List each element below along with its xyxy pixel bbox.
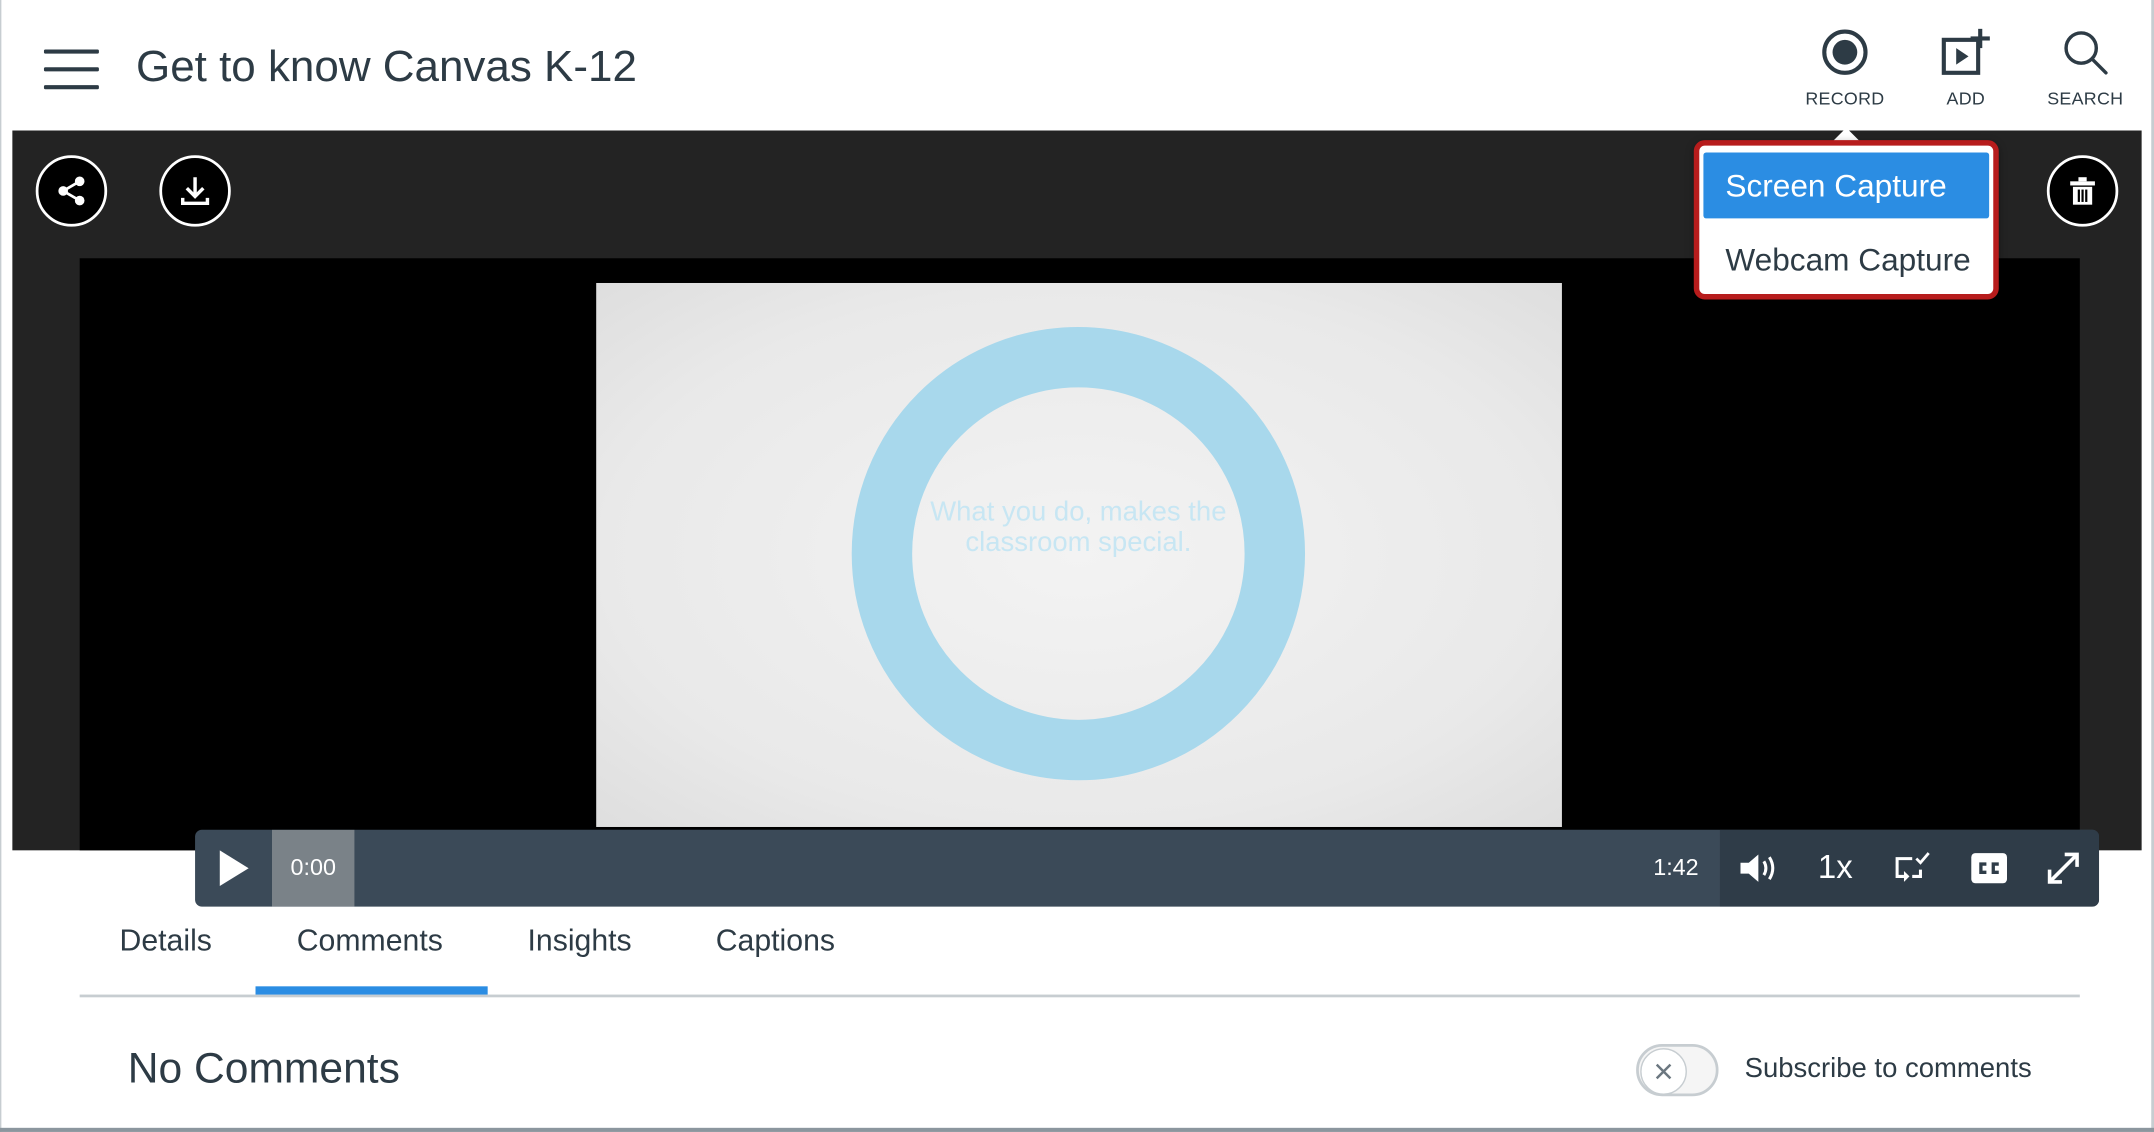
current-time: 0:00 <box>271 829 355 907</box>
add-button[interactable]: ADD <box>1911 27 2021 123</box>
page-title: Get to know Canvas K-12 <box>135 41 637 91</box>
add-label: ADD <box>1946 87 1986 109</box>
hamburger-menu-icon[interactable] <box>43 49 99 90</box>
play-icon <box>219 850 249 887</box>
video-frame-text: What you do, makes the classroom special… <box>930 497 1227 558</box>
volume-icon <box>1740 854 1775 882</box>
tab-details[interactable]: Details <box>120 923 212 959</box>
fullscreen-button[interactable] <box>2028 830 2099 907</box>
download-icon <box>180 177 210 206</box>
tab-comments[interactable]: Comments <box>297 923 443 959</box>
record-label: RECORD <box>1805 87 1885 109</box>
delete-button[interactable] <box>2046 155 2119 227</box>
picture-in-picture-button[interactable] <box>1874 830 1951 907</box>
playback-speed-button[interactable]: 1x <box>1797 830 1874 907</box>
canvas-studio-media-page: Get to know Canvas K-12 RECORD ADD SEARC… <box>0 0 2154 1132</box>
seek-bar[interactable] <box>354 830 1719 907</box>
menu-item-screen-capture[interactable]: Screen Capture <box>1703 152 1990 219</box>
subscribe-toggle[interactable] <box>1636 1044 1719 1097</box>
video-control-bar: 0:00 1:42 1x <box>195 829 2100 907</box>
tab-insights[interactable]: Insights <box>528 923 632 959</box>
fullscreen-icon <box>2047 852 2079 884</box>
picture-in-picture-icon <box>1895 852 1930 882</box>
no-comments-heading: No Comments <box>127 1044 400 1093</box>
share-icon <box>58 176 85 206</box>
search-button[interactable]: SEARCH <box>2030 27 2140 123</box>
toggle-knob <box>1640 1048 1687 1095</box>
duration: 1:42 <box>1653 854 1699 881</box>
tabs-divider <box>79 994 2080 998</box>
app-header: Get to know Canvas K-12 RECORD ADD SEARC… <box>0 0 2154 130</box>
closed-captions-icon <box>1971 853 2008 884</box>
close-icon <box>1655 1063 1672 1080</box>
closed-captions-button[interactable] <box>1951 830 2028 907</box>
volume-button[interactable] <box>1720 830 1797 907</box>
active-tab-indicator <box>255 986 488 995</box>
share-button[interactable] <box>35 155 108 227</box>
record-menu: Screen Capture Webcam Capture <box>1693 140 1999 300</box>
tab-captions[interactable]: Captions <box>716 923 835 959</box>
add-media-icon <box>1941 28 1990 75</box>
download-button[interactable] <box>159 155 231 227</box>
menu-item-webcam-capture[interactable]: Webcam Capture <box>1703 226 1990 293</box>
record-icon <box>1822 29 1868 75</box>
trash-icon <box>2070 177 2095 205</box>
video-viewport[interactable]: What you do, makes the classroom special… <box>79 258 2100 907</box>
window-border-left <box>0 0 2 1132</box>
video-frame: What you do, makes the classroom special… <box>596 282 1562 827</box>
search-label: SEARCH <box>2047 87 2124 109</box>
record-button[interactable]: RECORD <box>1790 27 1900 123</box>
window-border-bottom <box>0 1127 2154 1132</box>
subscribe-label: Subscribe to comments <box>1744 1053 2032 1084</box>
player-controls-right: 1x <box>1719 829 2100 907</box>
play-button[interactable] <box>195 830 272 907</box>
search-icon <box>2064 31 2108 75</box>
